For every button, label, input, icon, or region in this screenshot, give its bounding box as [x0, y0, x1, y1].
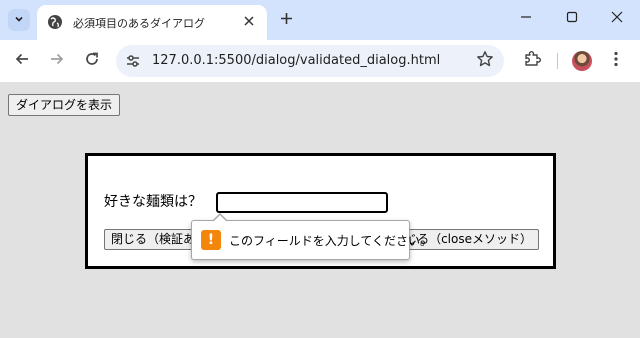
validation-tooltip: ! このフィールドを入力してください。 — [191, 213, 432, 260]
close-icon[interactable] — [239, 11, 259, 31]
tune-icon[interactable] — [123, 51, 143, 71]
noodle-input[interactable] — [216, 192, 388, 213]
avatar[interactable] — [572, 51, 592, 71]
extensions-button[interactable] — [520, 49, 544, 73]
minimize-button[interactable] — [508, 6, 544, 32]
globe-icon — [47, 14, 63, 30]
reload-icon — [84, 51, 100, 72]
arrow-left-icon — [14, 51, 30, 72]
warning-icon: ! — [201, 230, 221, 250]
address-bar[interactable]: 127.0.0.1:5500/dialog/validated_dialog.h… — [116, 45, 504, 77]
tab-title: 必須項目のあるダイアログ — [73, 17, 205, 30]
back-button[interactable] — [9, 48, 35, 74]
new-tab-button[interactable] — [275, 8, 297, 30]
menu-button[interactable] — [604, 49, 628, 73]
arrow-right-icon — [49, 51, 65, 72]
validation-message: このフィールドを入力してください。 — [229, 234, 433, 248]
maximize-icon — [566, 11, 578, 27]
tooltip-arrow-inner — [213, 215, 227, 222]
page-content: ダイアログを表示 好きな麺類は？ 閉じる（検証あり） 閉じる（closeメソッド… — [0, 82, 640, 338]
maximize-button[interactable] — [554, 6, 590, 32]
browser-toolbar: 127.0.0.1:5500/dialog/validated_dialog.h… — [0, 40, 640, 82]
tab-search-button[interactable] — [8, 9, 30, 31]
question-label: 好きな麺類は？ — [104, 194, 202, 210]
tab-strip: 必須項目のあるダイアログ — [0, 0, 640, 40]
close-window-button[interactable] — [599, 6, 635, 32]
url-text[interactable]: 127.0.0.1:5500/dialog/validated_dialog.h… — [152, 53, 440, 68]
reload-button[interactable] — [79, 48, 105, 74]
forward-button[interactable] — [44, 48, 70, 74]
minimize-icon — [520, 11, 532, 27]
show-dialog-button[interactable]: ダイアログを表示 — [8, 94, 121, 116]
kebab-menu-icon — [614, 51, 618, 72]
plus-icon — [280, 9, 293, 30]
chevron-down-icon — [14, 14, 24, 27]
close-with-validation-button[interactable]: 閉じる（検証あり） — [104, 229, 204, 250]
star-icon[interactable] — [476, 50, 494, 73]
toolbar-divider — [557, 53, 558, 69]
puzzle-icon — [523, 50, 541, 72]
close-icon — [611, 11, 623, 27]
active-tab[interactable]: 必須項目のあるダイアログ — [37, 5, 267, 40]
